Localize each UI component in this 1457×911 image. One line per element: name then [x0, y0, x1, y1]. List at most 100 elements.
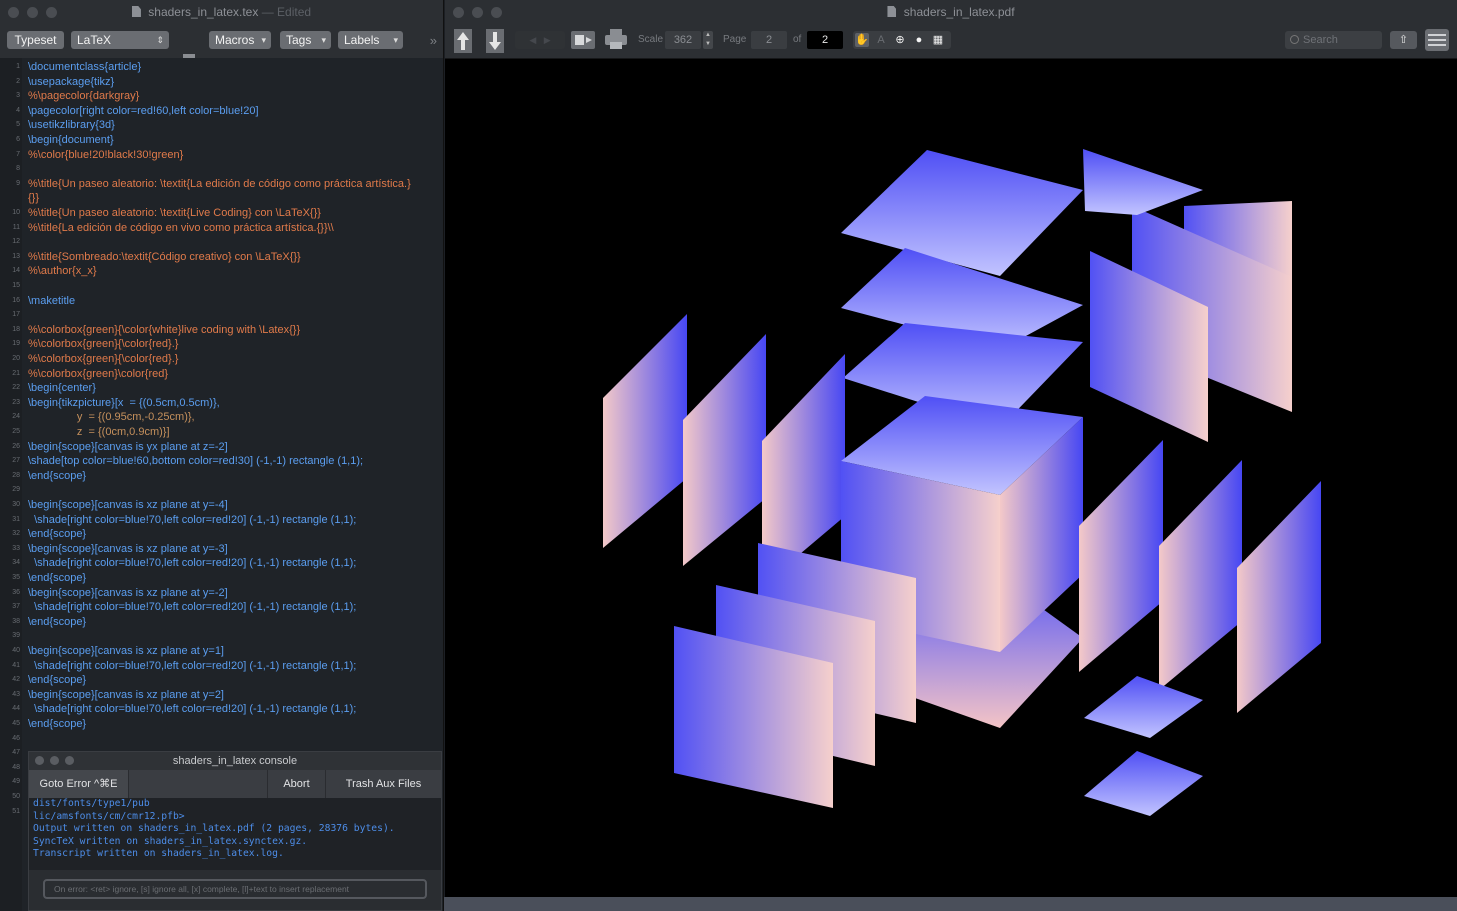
engine-select[interactable]: LaTeX ⇕: [71, 31, 169, 49]
arrow-down-icon[interactable]: [485, 28, 505, 54]
line-number: 43: [12, 690, 20, 698]
shaded-panel: [683, 334, 766, 566]
tool-selector[interactable]: ✋ A ⊕ ● ▦: [853, 31, 951, 49]
window-controls[interactable]: [453, 7, 502, 18]
tags-menu[interactable]: Tags ▾: [280, 31, 331, 49]
line-number: 9: [16, 179, 20, 187]
close-button[interactable]: [453, 7, 464, 18]
line-number: 2: [16, 77, 20, 85]
labels-label: Labels: [344, 33, 380, 47]
code-text: \pagecolor[right color=red!60,left color…: [28, 104, 259, 117]
line-number: 29: [12, 486, 20, 494]
line-number: 24: [12, 413, 20, 421]
code-text: %\pagecolor{darkgray}: [28, 90, 140, 103]
code-text: %\color{blue!20!black!30!green}: [28, 148, 184, 161]
code-text: \shade[right color=blue!70,left color=re…: [28, 601, 357, 614]
line-number: 6: [16, 136, 20, 143]
goto-error-button[interactable]: Goto Error ^⌘E: [29, 770, 129, 798]
scale-stepper[interactable]: ▲ ▼: [703, 31, 713, 49]
code-text: %\author{x_x}: [28, 265, 97, 278]
of-label: of: [793, 34, 802, 45]
code-text: \begin{tikzpicture}[x = {(0.5cm,0.5cm)},: [28, 396, 220, 409]
code-text: %\colorbox{green}\color{red}: [28, 367, 169, 380]
pdf-viewer-window: shaders_in_latex.pdf ◀ ▶ Scale 362 ▲ ▼ Pa…: [445, 0, 1457, 897]
line-number: 35: [12, 574, 20, 581]
code-text: \begin{scope}[canvas is xz plane at y=-2…: [28, 586, 228, 599]
code-text: \shade[right color=blue!70,left color=re…: [28, 557, 357, 570]
text-select-icon[interactable]: A: [874, 33, 888, 47]
code-text: %\title{Un paseo aleatorio: \textit{La e…: [28, 177, 411, 190]
code-text: \documentclass{article}: [28, 61, 142, 73]
line-number: 28: [12, 471, 20, 479]
forward-icon[interactable]: ▶: [544, 35, 551, 45]
desktop-strip: [444, 897, 1457, 911]
typeset-button[interactable]: Typeset: [7, 31, 64, 49]
line-number: 19: [12, 340, 20, 348]
zoom-button[interactable]: [491, 7, 502, 18]
print-icon[interactable]: [605, 29, 627, 49]
window-controls[interactable]: [8, 7, 57, 18]
zoom-button[interactable]: [65, 756, 74, 765]
line-number: 30: [12, 501, 20, 508]
magnify-tool-icon[interactable]: ⊕: [893, 33, 907, 47]
close-button[interactable]: [8, 7, 19, 18]
toolbar-overflow-icon[interactable]: »: [430, 33, 437, 48]
engine-select-value: LaTeX: [77, 33, 112, 47]
editor-toolbar: Typeset LaTeX ⇕ Macros ▾ Tags ▾ Labels ▾…: [0, 24, 443, 74]
macros-menu[interactable]: Macros ▾: [209, 31, 271, 49]
scale-field[interactable]: 362: [665, 31, 701, 49]
search-placeholder: Search: [1303, 34, 1338, 46]
close-button[interactable]: [35, 756, 44, 765]
select-tool-icon[interactable]: ▦: [931, 33, 945, 47]
line-number: 12: [12, 238, 20, 246]
line-number: 36: [12, 588, 20, 596]
minimize-button[interactable]: [472, 7, 483, 18]
code-text: \shade[right color=blue!70,left color=re…: [28, 703, 357, 716]
code-text: \shade[top color=blue!60,bottom color=re…: [28, 455, 364, 468]
labels-menu[interactable]: Labels ▾: [338, 31, 403, 49]
sync-icon[interactable]: [571, 31, 595, 49]
line-number: 44: [12, 705, 20, 713]
minimize-button[interactable]: [27, 7, 38, 18]
scale-label: Scale: [638, 34, 664, 45]
share-icon[interactable]: ⇧: [1390, 31, 1417, 49]
pdf-page[interactable]: [445, 58, 1457, 897]
line-number: 50: [12, 793, 20, 800]
page-field[interactable]: 2: [751, 31, 787, 49]
console-input[interactable]: On error: <ret> ignore, [s] ignore all, …: [43, 879, 427, 899]
tags-label: Tags: [286, 33, 312, 47]
arrow-up-icon[interactable]: [453, 28, 473, 54]
line-number: 25: [12, 428, 20, 435]
line-number: 7: [16, 150, 20, 158]
shaded-plate: [1084, 676, 1203, 738]
line-number: 11: [12, 223, 20, 231]
code-text: \begin{document}: [28, 134, 114, 146]
line-number: 38: [12, 617, 20, 625]
shaded-panel: [1159, 460, 1242, 690]
code-text: {}}: [28, 192, 40, 205]
back-icon[interactable]: ◀: [529, 35, 536, 45]
line-number: 17: [12, 311, 20, 319]
search-field[interactable]: Search: [1285, 31, 1382, 49]
hand-tool-icon[interactable]: ✋: [855, 33, 869, 47]
code-text: z = {(0cm,0.9cm)}]: [28, 426, 170, 438]
line-number: 46: [12, 734, 20, 742]
sidebar-toggle-icon[interactable]: [1425, 29, 1449, 51]
line-number: 40: [12, 647, 20, 654]
macros-label: Macros: [215, 33, 255, 47]
abort-button[interactable]: Abort: [267, 770, 326, 798]
line-number: 51: [12, 807, 20, 815]
code-text: \end{scope}: [28, 718, 87, 730]
code-text: %\title{Un paseo aleatorio: \textit{Live…: [28, 207, 321, 219]
zoom-tool-icon[interactable]: ●: [912, 33, 926, 47]
back-forward-control[interactable]: ◀ ▶: [515, 31, 565, 49]
console-window-controls[interactable]: [35, 756, 74, 765]
page-label: Page: [723, 34, 747, 45]
minimize-button[interactable]: [50, 756, 59, 765]
trash-aux-files-button[interactable]: Trash Aux Files: [325, 770, 442, 798]
code-text: \end{scope}: [28, 674, 87, 687]
line-number: 8: [16, 165, 20, 173]
zoom-button[interactable]: [46, 7, 57, 18]
updown-chevron-icon: ⇕: [156, 35, 164, 45]
code-text: \begin{scope}[canvas is xz plane at y=1]: [28, 645, 224, 657]
